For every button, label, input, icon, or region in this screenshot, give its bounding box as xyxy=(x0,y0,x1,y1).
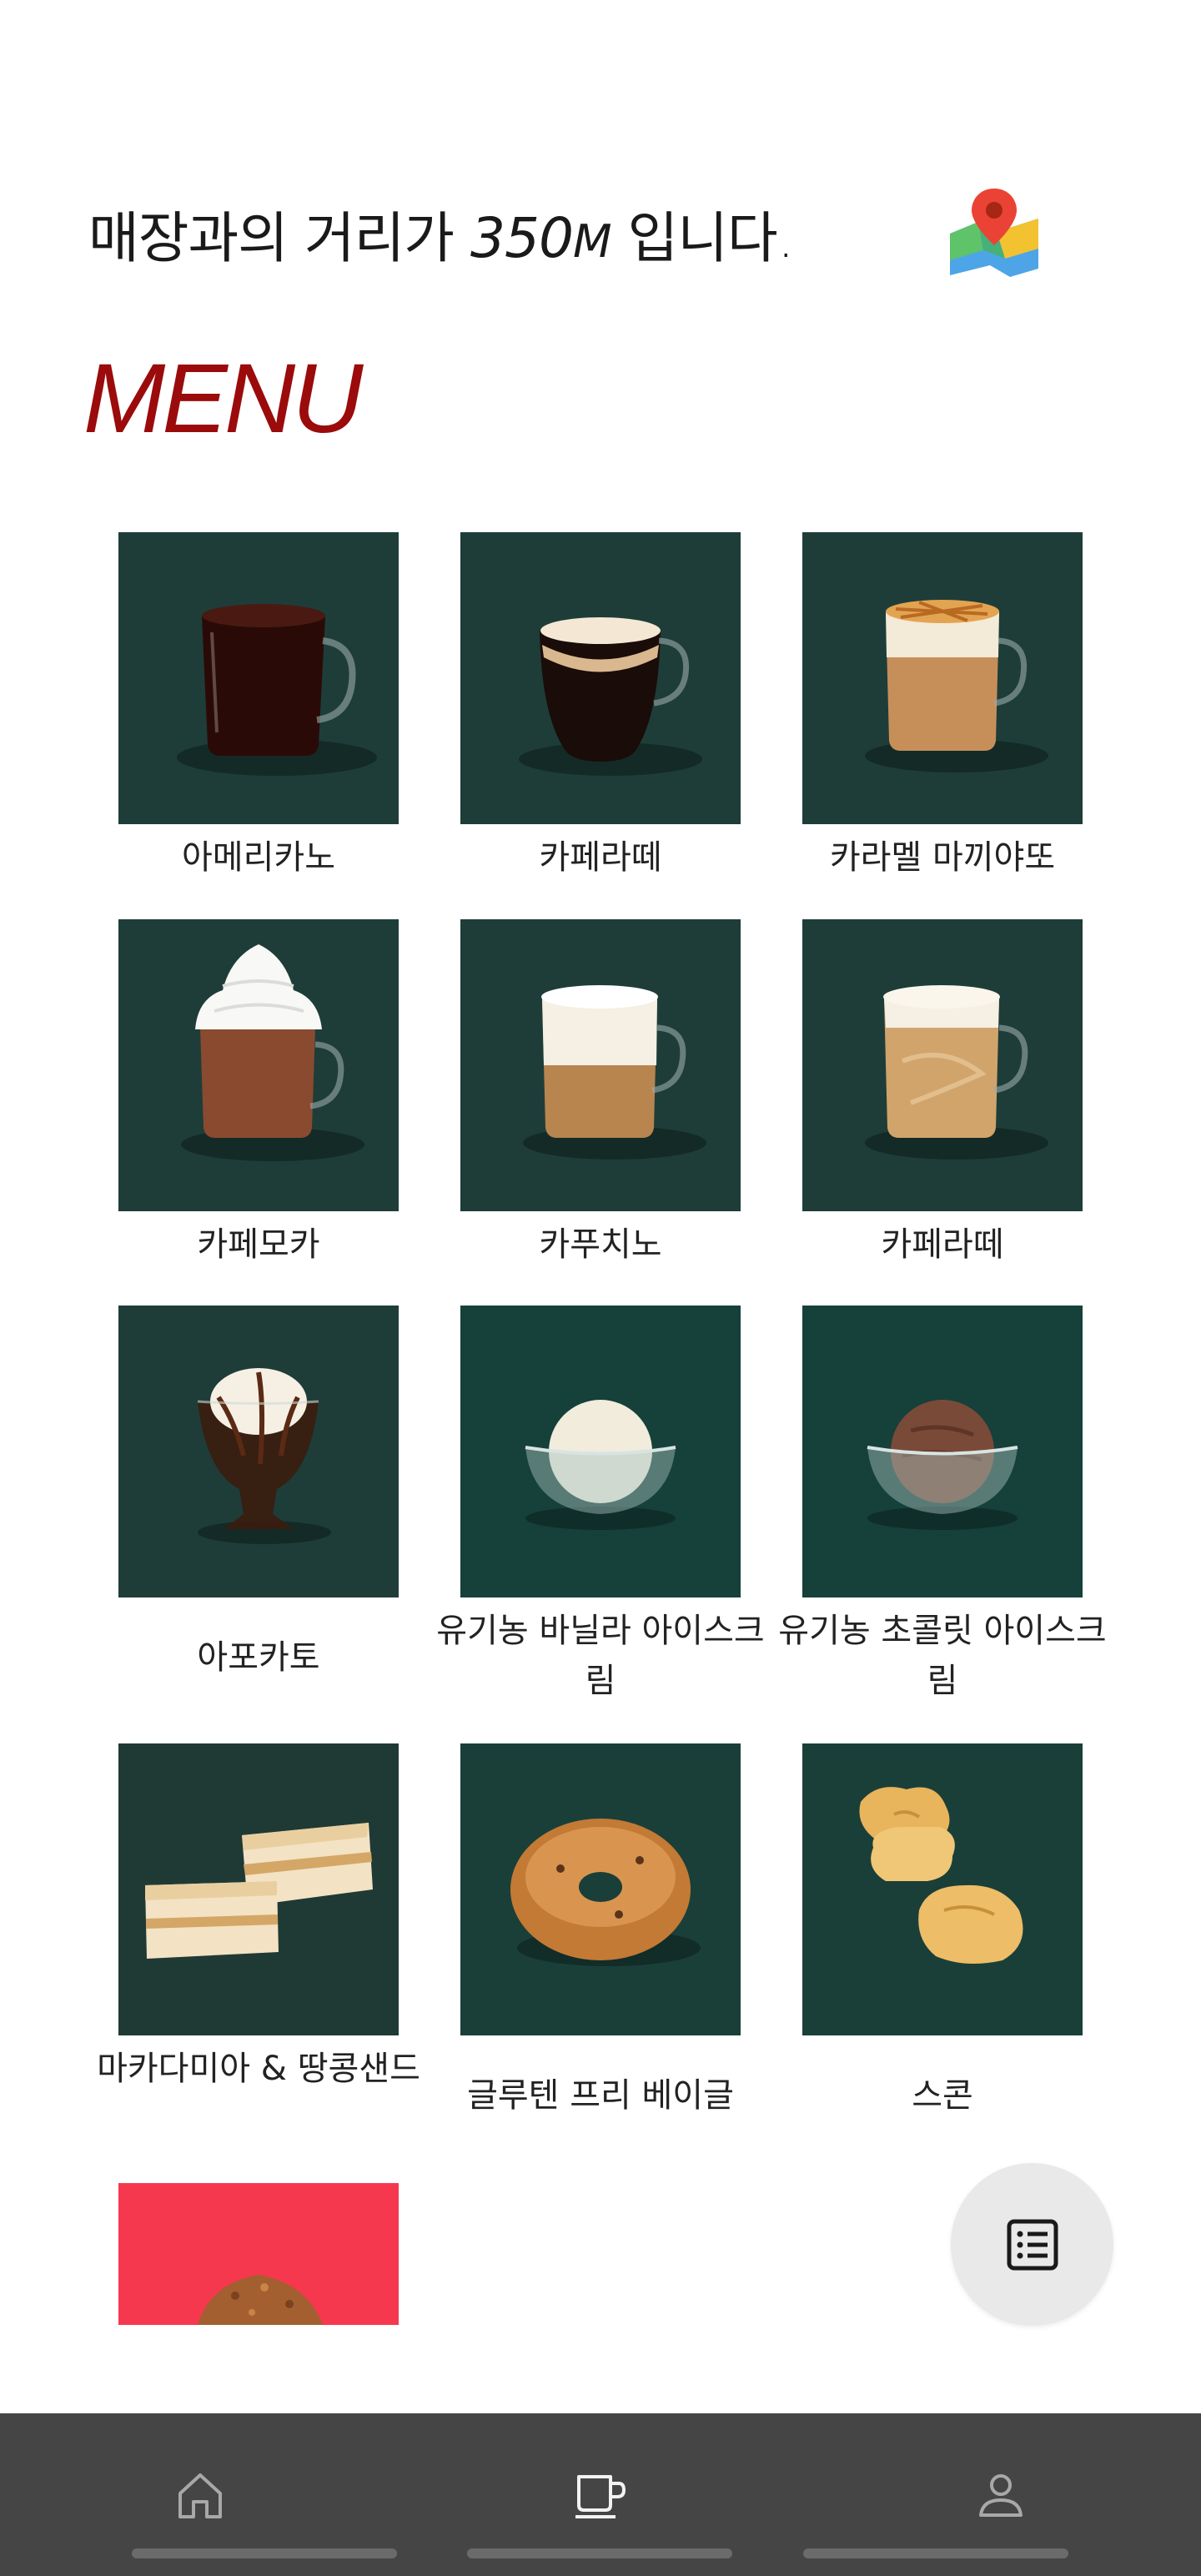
order-list-button[interactable] xyxy=(951,2163,1113,2326)
bottom-nav xyxy=(0,2413,1201,2576)
nav-indicator-home xyxy=(132,2548,397,2558)
dessert-image xyxy=(118,2183,399,2325)
caramel-macchiato-image xyxy=(802,532,1083,824)
menu-item-name: 카페라떼 xyxy=(539,838,662,877)
bagel-image xyxy=(460,1743,741,2035)
latte-image xyxy=(802,919,1083,1211)
menu-item-name: 유기농 초콜릿 아이스크림 xyxy=(778,1612,1107,1700)
menu-item-name: 스콘 xyxy=(912,2076,973,2115)
scone-image xyxy=(802,1743,1083,2035)
menu-item-name: 아메리카노 xyxy=(182,838,335,877)
mocha-image xyxy=(118,919,399,1211)
menu-item-name: 마카다미아 & 땅콩샌드 xyxy=(97,2050,420,2088)
sandwich-image xyxy=(118,1743,399,2035)
nav-indicator-menu xyxy=(467,2548,732,2558)
nav-indicator-profile xyxy=(803,2548,1068,2558)
home-icon xyxy=(178,2473,222,2518)
menu-item-name: 카라멜 마끼야또 xyxy=(829,838,1056,877)
menu-item-name: 카페모카 xyxy=(197,1225,320,1264)
list-icon xyxy=(1007,2219,1058,2270)
affogato-image xyxy=(118,1306,399,1597)
menu-item-name: 카푸치노 xyxy=(539,1225,662,1264)
vanilla-icecream-image xyxy=(460,1306,741,1597)
menu-grid: 아메리카노 카페라떼 카라멜 마끼야또 카페모카 카푸치노 카페라떼 아포카토 … xyxy=(0,0,1201,2344)
menu-item-name: 글루텐 프리 베이글 xyxy=(467,2076,734,2115)
menu-item-name: 카페라떼 xyxy=(881,1225,1004,1264)
menu-item-name: 아포카토 xyxy=(197,1638,320,1677)
coffee-cup-icon xyxy=(575,2475,626,2518)
americano-image xyxy=(118,532,399,824)
menu-item-name: 유기농 바닐라 아이스크림 xyxy=(436,1612,765,1700)
latte-image xyxy=(460,532,741,824)
chocolate-icecream-image xyxy=(802,1306,1083,1597)
person-icon xyxy=(979,2474,1023,2517)
cappuccino-image xyxy=(460,919,741,1211)
